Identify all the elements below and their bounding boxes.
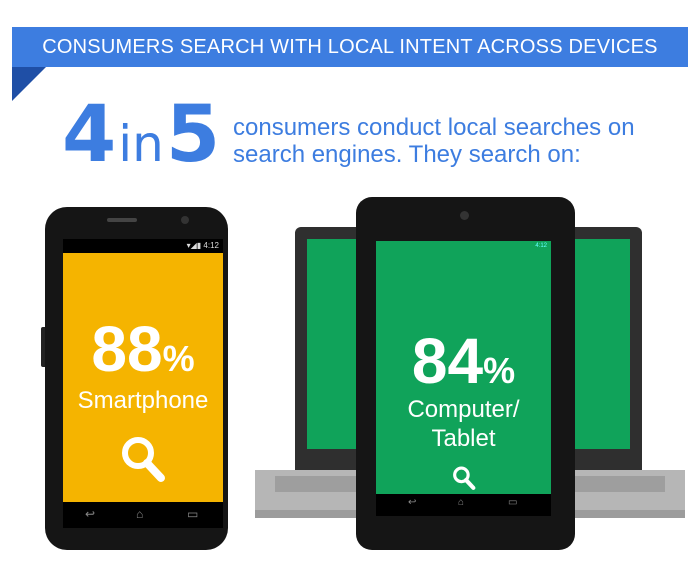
computer-tablet-percent-value: 84 <box>411 325 484 397</box>
tablet-status-bar: 4:12 <box>376 241 551 251</box>
phone-nav-bar: ↩ ⌂ ▭ <box>63 502 223 528</box>
phone-speaker <box>107 218 137 222</box>
banner-title: CONSUMERS SEARCH WITH LOCAL INTENT ACROS… <box>42 36 658 58</box>
back-icon: ↩ <box>408 497 417 508</box>
phone-side-button <box>41 327 45 367</box>
headline-numerator: 4 <box>62 90 117 180</box>
phone-status-time: 4:12 <box>203 241 219 250</box>
phone-status-bar: ▾◢▮ 4:12 <box>63 239 223 253</box>
search-icon <box>122 437 165 482</box>
smartphone-device: ▾◢▮ 4:12 88% Smartphone ↩ ⌂ ▭ <box>41 207 228 550</box>
tablet-status-time: 4:12 <box>535 243 547 249</box>
home-icon: ⌂ <box>458 497 465 508</box>
recents-icon: ▭ <box>187 507 199 521</box>
title-banner: CONSUMERS SEARCH WITH LOCAL INTENT ACROS… <box>12 27 688 67</box>
tablet-device: 4:12 84% Computer/ Tablet ↩ ⌂ ▭ <box>356 197 575 550</box>
signal-icon: ▾◢▮ <box>186 241 204 250</box>
headline-in: in <box>118 115 164 173</box>
home-icon: ⌂ <box>136 507 144 521</box>
smartphone-percent-value: 88 <box>91 313 163 385</box>
tablet-camera <box>460 211 469 220</box>
computer-tablet-percent-sign: % <box>483 350 516 391</box>
headline-stat: 4in5 <box>62 90 220 180</box>
back-icon: ↩ <box>85 507 96 521</box>
banner-fold <box>12 67 46 101</box>
search-icon <box>453 466 476 490</box>
smartphone-screen: ▾◢▮ 4:12 88% Smartphone <box>63 239 223 502</box>
computer-tablet-label-line1: Computer/ <box>407 396 520 423</box>
tablet-screen: 4:12 84% Computer/ Tablet <box>376 241 551 494</box>
smartphone-percent-sign: % <box>162 338 195 379</box>
tablet-nav-bar: ↩ ⌂ ▭ <box>376 494 551 516</box>
headline-description: consumers conduct local searches on sear… <box>233 114 635 168</box>
smartphone-label: Smartphone <box>77 387 209 414</box>
computer-tablet-label-line2: Tablet <box>431 425 496 452</box>
phone-camera <box>181 216 189 224</box>
recents-icon: ▭ <box>508 497 518 508</box>
headline-denominator: 5 <box>165 90 221 180</box>
